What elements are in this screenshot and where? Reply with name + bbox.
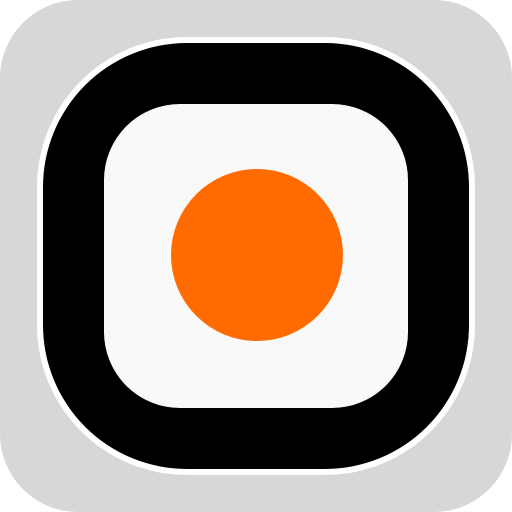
app-icon-graphic	[0, 0, 512, 512]
record-dot-icon	[171, 169, 343, 341]
app-icon[interactable]	[0, 0, 512, 512]
